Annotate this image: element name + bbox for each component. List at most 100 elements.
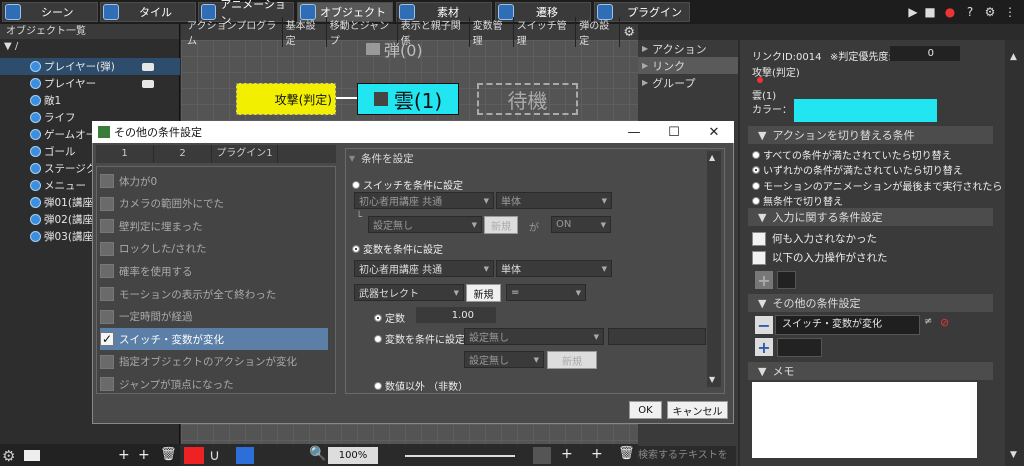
priority-stepper[interactable]: 0 — [890, 46, 960, 61]
prohibit-icon[interactable]: ⊘ — [940, 316, 949, 329]
dialog-tab-plugin1[interactable]: プラグイン1 — [212, 145, 278, 163]
link-arrow[interactable] — [336, 97, 357, 99]
radio-button[interactable] — [752, 150, 760, 159]
tab-basic-settings[interactable]: 基本設定 — [283, 17, 327, 47]
other-condition-item[interactable]: スイッチ・変数が変化 — [775, 315, 920, 335]
constant-stepper[interactable]: 1.00 — [416, 307, 496, 323]
condition-item[interactable]: 体力が0 — [100, 170, 328, 192]
radio-any-condition[interactable]: いずれかの条件が満たされていたら切り替え — [752, 162, 963, 177]
compare-scope-select[interactable] — [608, 328, 706, 345]
zoom-level[interactable]: 100% — [328, 447, 378, 464]
checkbox-input-operation[interactable]: 以下の入力操作がされた — [752, 250, 888, 265]
radio-button[interactable] — [352, 244, 360, 253]
checkbox[interactable] — [100, 264, 114, 279]
condition-item[interactable]: ジャンプが頂点になった — [100, 373, 328, 395]
tree-item-group[interactable]: ▶ グループ — [638, 74, 738, 91]
switch-source-select[interactable]: 初心者用講座 共通 — [354, 192, 494, 209]
add-input-button[interactable]: + — [755, 271, 773, 290]
gear-icon[interactable]: ⚙ — [620, 25, 638, 40]
maximize-icon[interactable]: ☐ — [654, 125, 694, 140]
grid-icon[interactable] — [236, 447, 254, 464]
checkbox[interactable] — [752, 231, 766, 246]
radio-animation-end[interactable]: モーションのアニメーションが最後まで実行されたら — [752, 178, 1002, 193]
compare-new-button[interactable]: 新規 — [547, 351, 597, 369]
input-condition-section[interactable]: ▼ 入力に関する条件設定 — [748, 208, 993, 226]
action-node-cloud[interactable]: 雲(1) — [357, 83, 459, 115]
trash-icon[interactable]: 🗑 — [160, 447, 177, 462]
radio-button[interactable] — [752, 165, 760, 174]
checkbox[interactable] — [100, 377, 114, 392]
checkbox[interactable] — [100, 174, 114, 188]
condition-item[interactable]: 一定時間が経過 — [100, 306, 328, 328]
condition-item[interactable]: 確率を使用する — [100, 260, 328, 282]
checkbox[interactable] — [752, 250, 766, 265]
trash-icon[interactable]: 🗑 — [618, 446, 635, 461]
checkbox-no-input[interactable]: 何も入力されなかった — [752, 231, 877, 246]
not-equal-icon[interactable]: ≠ — [924, 316, 932, 327]
close-icon[interactable]: ✕ — [694, 125, 734, 140]
condition-item[interactable]: 指定オブジェクトのアクションが変化 — [100, 351, 328, 373]
radio-not-a-number[interactable]: 数値以外 （非数） — [374, 378, 468, 393]
condition-item[interactable]: ✓ スイッチ・変数が変化 — [100, 328, 328, 351]
switch-condition-section[interactable]: ▼ アクションを切り替える条件 — [748, 126, 993, 144]
radio-button[interactable] — [352, 180, 360, 189]
action-node-wait[interactable]: 待機 — [477, 83, 578, 115]
add-icon[interactable]: + — [561, 446, 573, 462]
add-folder-icon[interactable]: + — [591, 446, 603, 462]
radio-button[interactable] — [374, 313, 382, 322]
tree-root[interactable]: ▼ / — [4, 41, 18, 52]
checkbox[interactable] — [100, 219, 114, 234]
radio-switch-condition[interactable]: スイッチを条件に設定 — [352, 177, 463, 192]
tree-item-action[interactable]: ▶ アクション — [638, 40, 738, 57]
action-node-attack[interactable]: 攻撃(判定) — [236, 83, 336, 115]
memo-field[interactable] — [752, 382, 977, 458]
variable-scope-select[interactable]: 単体 — [496, 260, 612, 277]
variable-new-button[interactable]: 新規 — [466, 284, 501, 302]
color-swatch[interactable] — [794, 99, 937, 122]
tab-scene[interactable]: シーン — [2, 2, 98, 22]
stop-icon[interactable]: ■ — [922, 4, 938, 20]
switch-scope-select[interactable]: 単体 — [496, 192, 612, 209]
ok-button[interactable]: OK — [629, 401, 662, 419]
help-icon[interactable]: ? — [962, 4, 978, 20]
radio-button[interactable] — [374, 334, 382, 343]
memo-section[interactable]: ▼ メモ — [748, 362, 993, 380]
gear-icon[interactable]: ⚙ — [2, 447, 15, 465]
switch-state-select[interactable]: ON — [551, 216, 611, 233]
radio-unconditional[interactable]: 無条件で切り替え — [752, 193, 843, 208]
checkbox[interactable] — [100, 196, 114, 211]
checkbox[interactable] — [100, 309, 114, 324]
zoom-slider[interactable] — [405, 455, 515, 457]
dialog-tab-2[interactable]: 2 — [154, 145, 212, 163]
action-node-bullet[interactable]: 弾(0) — [366, 38, 462, 60]
checkbox[interactable] — [100, 354, 114, 369]
variable-source-select[interactable]: 初心者用講座 共通 — [354, 260, 494, 277]
scroll-down-icon[interactable]: ▼ — [709, 375, 715, 384]
radio-variable-condition[interactable]: 変数を条件に設定 — [352, 241, 443, 256]
scroll-down-icon[interactable]: ▼ — [1010, 450, 1017, 460]
checkbox[interactable] — [100, 287, 114, 301]
radio-button[interactable] — [752, 181, 760, 190]
dialog-tab-1[interactable]: 1 — [96, 145, 154, 163]
search-input[interactable]: 検索するテキストを — [636, 446, 736, 466]
record-icon[interactable] — [184, 447, 204, 464]
condition-item[interactable]: モーションの表示が全て終わった — [100, 283, 328, 305]
remove-condition-button[interactable]: − — [755, 316, 773, 335]
cancel-button[interactable]: キャンセル — [667, 401, 728, 419]
add-folder-icon[interactable]: + — [138, 447, 150, 463]
record-icon[interactable]: ● — [942, 4, 958, 20]
object-list-item[interactable]: プレイヤー — [0, 75, 180, 92]
tab-tile[interactable]: タイル — [100, 2, 196, 22]
compare-variable-name-select[interactable]: 設定無し — [464, 351, 544, 368]
settings-scrollbar[interactable]: ▲ ▼ — [707, 151, 721, 387]
object-list-item[interactable]: プレイヤー(弾) — [0, 58, 180, 75]
checkbox[interactable] — [100, 241, 114, 256]
add-condition-button[interactable]: + — [755, 338, 773, 357]
menu-icon[interactable]: ⋮ — [1002, 4, 1018, 20]
tab-switches[interactable]: スイッチ管理 — [514, 17, 577, 47]
scroll-up-icon[interactable]: ▲ — [709, 153, 715, 162]
condition-slot[interactable] — [777, 338, 822, 357]
other-condition-section[interactable]: ▼ その他の条件設定 — [748, 294, 993, 312]
scroll-up-icon[interactable]: ▲ — [1010, 52, 1017, 62]
tab-bullet-settings[interactable]: 弾の設定 — [576, 17, 621, 47]
